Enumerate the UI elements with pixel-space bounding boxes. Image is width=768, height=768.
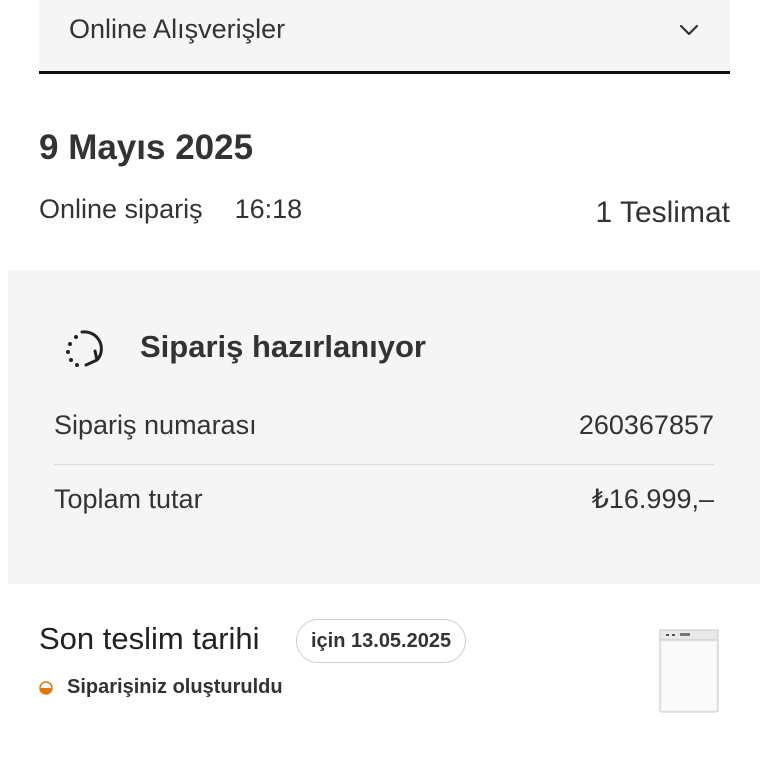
dishwasher-thumbnail[interactable] [650, 626, 726, 716]
order-status-card: Sipariş hazırlanıyor Sipariş numarası 26… [8, 270, 760, 584]
status-header: Sipariş hazırlanıyor [60, 322, 426, 372]
order-progress: Siparişiniz oluşturuldu [39, 676, 283, 699]
delivery-count: 1 Teslimat [595, 196, 730, 229]
order-number-label: Sipariş numarası [54, 410, 257, 440]
order-date: 9 Mayıs 2025 [39, 128, 254, 167]
status-title: Sipariş hazırlanıyor [140, 329, 426, 364]
half-filled-circle-icon [39, 680, 53, 695]
chevron-down-icon [678, 24, 700, 47]
order-number-value: 260367857 [578, 410, 714, 440]
order-number-row: Sipariş numarası 260367857 [54, 410, 714, 441]
delivery-date-pill: için 13.05.2025 [296, 619, 467, 663]
order-meta: Online sipariş 16:18 [39, 194, 302, 225]
shopping-type-dropdown[interactable]: Online Alışverişler [39, 0, 730, 74]
dropdown-label: Online Alışverişler [69, 14, 286, 44]
total-amount-value: ₺16.999,– [591, 484, 714, 514]
order-time: 16:18 [234, 194, 303, 224]
total-amount-label: Toplam tutar [54, 484, 203, 514]
row-divider [54, 464, 714, 465]
progress-status-text: Siparişiniz oluşturuldu [67, 676, 283, 698]
loading-circle-arrow-icon [60, 322, 110, 372]
delivery-deadline-title: Son teslim tarihi [39, 621, 260, 656]
order-channel: Online sipariş [39, 194, 203, 224]
total-amount-row: Toplam tutar ₺16.999,– [54, 484, 714, 515]
